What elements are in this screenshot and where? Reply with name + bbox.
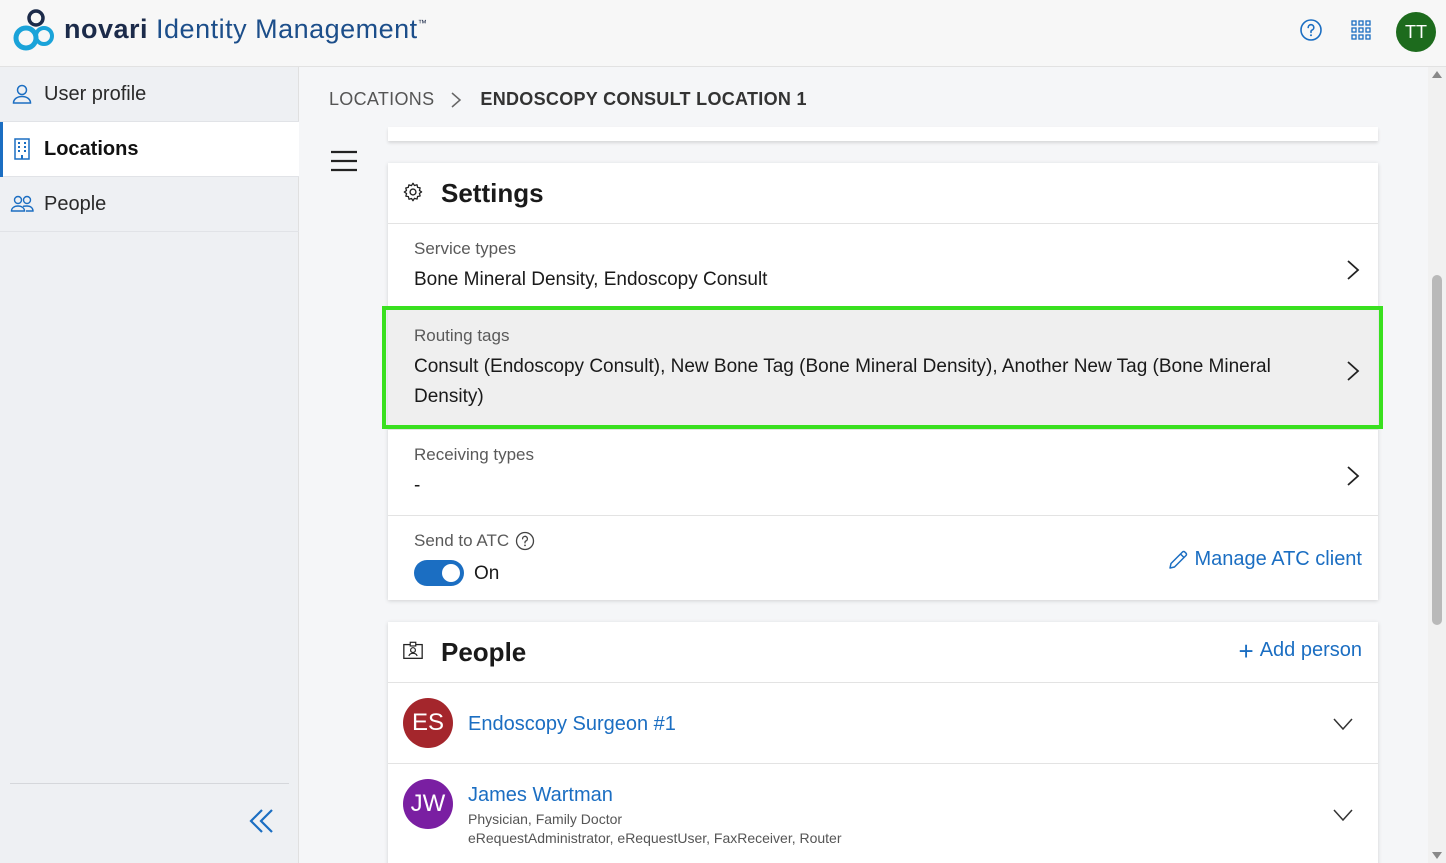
sidebar-item-people[interactable]: People [0, 177, 299, 232]
manage-atc-client-label: Manage ATC client [1194, 548, 1363, 570]
chevron-down-icon[interactable] [1332, 717, 1354, 731]
people-icon [10, 195, 34, 212]
app-header: novari Identity Management™ TT [0, 0, 1446, 67]
chevron-right-icon [1347, 361, 1360, 381]
send-to-atc-row: Send to ATC On Manage ATC client [388, 516, 1378, 604]
person-permissions: eRequestAdministrator, eRequestUser, Fax… [468, 830, 842, 846]
chevron-down-icon[interactable] [1332, 808, 1354, 822]
chevron-right-icon [1347, 466, 1360, 486]
scroll-up-arrow-icon[interactable] [1432, 71, 1442, 78]
collapse-sidebar-icon[interactable] [246, 805, 278, 837]
menu-icon[interactable] [330, 149, 358, 173]
receiving-types-row[interactable]: Receiving types - [388, 430, 1378, 516]
manage-atc-client-link[interactable]: Manage ATC client [1167, 548, 1363, 571]
sidebar: User profile Locations People [0, 67, 299, 863]
gear-icon [403, 182, 423, 202]
breadcrumb-current: ENDOSCOPY CONSULT LOCATION 1 [480, 89, 807, 109]
routing-tags-label: Routing tags [414, 326, 510, 345]
scrollbar[interactable] [1428, 67, 1446, 863]
sidebar-item-locations[interactable]: Locations [0, 122, 299, 177]
settings-title: Settings [441, 178, 544, 208]
sidebar-item-user-profile[interactable]: User profile [0, 67, 299, 122]
main-content: LOCATIONS ENDOSCOPY CONSULT LOCATION 1 S… [300, 67, 1428, 863]
routing-tags-row[interactable]: Routing tags Consult (Endoscopy Consult)… [388, 310, 1378, 430]
send-to-atc-label-wrap: Send to ATC [414, 531, 535, 551]
previous-card-edge [388, 127, 1378, 141]
sidebar-item-label: Locations [44, 137, 139, 160]
people-card: People + Add person ES Endoscopy Surgeon… [388, 622, 1378, 863]
service-types-label: Service types [414, 239, 517, 258]
contact-card-icon [403, 641, 423, 659]
breadcrumb: LOCATIONS ENDOSCOPY CONSULT LOCATION 1 [329, 89, 807, 110]
settings-card: Settings Service types Bone Mineral Dens… [388, 163, 1378, 600]
person-row: JW James Wartman Physician, Family Docto… [388, 764, 1378, 863]
chevron-right-icon [451, 91, 462, 108]
person-row: ES Endoscopy Surgeon #1 [388, 683, 1378, 764]
add-person-label: Add person [1259, 639, 1362, 661]
brand-title: novari Identity Management™ [64, 14, 428, 44]
sidebar-item-label: User profile [44, 82, 147, 105]
people-header: People + Add person [388, 622, 1378, 683]
person-role: Physician, Family Doctor [468, 811, 623, 827]
sidebar-item-label: People [44, 192, 107, 215]
sidebar-divider [10, 783, 289, 784]
scrollbar-thumb[interactable] [1432, 275, 1442, 625]
person-avatar: JW [403, 779, 453, 829]
settings-header: Settings [388, 163, 1378, 224]
service-types-row[interactable]: Service types Bone Mineral Density, Endo… [388, 224, 1378, 310]
scroll-down-arrow-icon[interactable] [1432, 852, 1442, 859]
question-circle-icon[interactable] [515, 531, 535, 551]
service-types-value: Bone Mineral Density, Endoscopy Consult [414, 269, 768, 290]
add-person-button[interactable]: + Add person [1238, 635, 1362, 666]
receiving-types-value: - [414, 475, 421, 496]
routing-tags-value: Consult (Endoscopy Consult), New Bone Ta… [414, 356, 1271, 407]
pencil-icon [1168, 550, 1187, 569]
chevron-right-icon [1347, 260, 1360, 280]
user-avatar[interactable]: TT [1396, 12, 1436, 52]
receiving-types-label: Receiving types [414, 445, 535, 464]
breadcrumb-locations-link[interactable]: LOCATIONS [329, 89, 434, 110]
people-title: People [441, 637, 527, 667]
send-to-atc-toggle[interactable] [414, 560, 464, 586]
building-icon [14, 138, 30, 160]
person-avatar: ES [403, 698, 453, 748]
plus-icon: + [1238, 635, 1254, 666]
app-launcher-icon[interactable] [1349, 18, 1373, 42]
help-icon[interactable] [1299, 18, 1323, 42]
novari-logo [13, 9, 54, 51]
send-to-atc-state: On [474, 563, 500, 584]
person-name-link[interactable]: Endoscopy Surgeon #1 [468, 713, 676, 736]
person-icon [12, 84, 32, 104]
send-to-atc-label: Send to ATC [414, 531, 510, 550]
person-name-link[interactable]: James Wartman [468, 784, 613, 807]
